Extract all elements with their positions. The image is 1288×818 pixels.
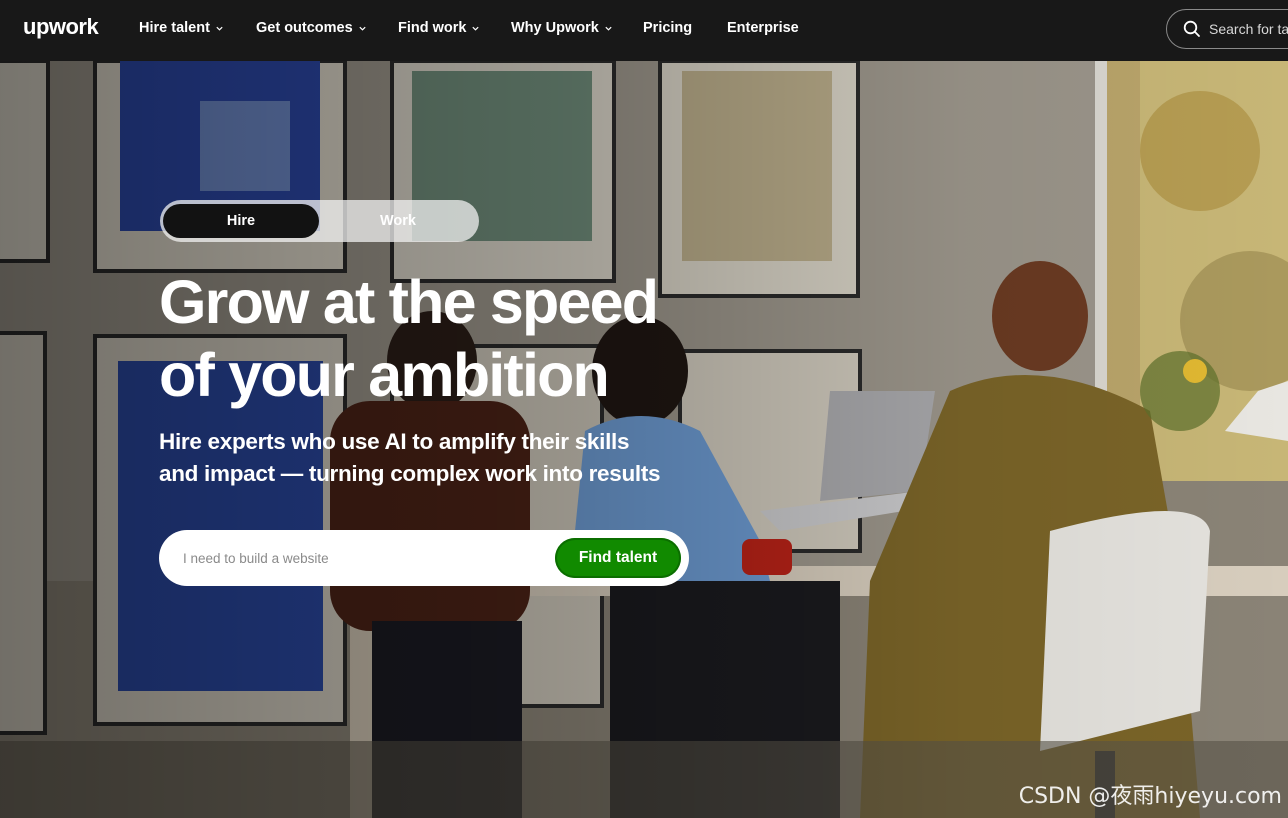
nav-hire-talent[interactable]: Hire talent <box>139 20 224 36</box>
nav-enterprise[interactable]: Enterprise <box>727 20 799 36</box>
top-nav: upwork Hire talent Get outcomes Find wor… <box>0 0 1288 61</box>
toggle-work[interactable]: Work <box>320 204 476 238</box>
hero-search-bar: Find talent <box>159 530 689 586</box>
find-talent-button[interactable]: Find talent <box>555 538 681 578</box>
upwork-logo[interactable]: upwork <box>23 14 99 40</box>
headline-line-2: of your ambition <box>159 341 610 409</box>
nav-item-label: Pricing <box>643 20 693 36</box>
nav-pricing[interactable]: Pricing <box>643 20 692 36</box>
chevron-down-icon <box>472 26 480 31</box>
search-icon <box>1183 20 1200 37</box>
chevron-down-icon <box>216 26 223 31</box>
hero-search-input[interactable] <box>181 544 541 572</box>
nav-search-input[interactable]: Search for ta <box>1166 9 1288 49</box>
subhead-line-1: Hire experts who use AI to amplify their… <box>159 429 630 454</box>
hero-subheadline: Hire experts who use AI to amplify their… <box>159 426 719 490</box>
nav-item-label: Hire talent <box>139 20 210 36</box>
chevron-down-icon <box>359 26 366 31</box>
nav-item-label: Enterprise <box>727 20 799 36</box>
headline-line-1: Grow at the speed <box>159 268 659 336</box>
nav-item-label: Get outcomes <box>256 20 353 36</box>
hero-section: Hire Work Grow at the speed of your ambi… <box>0 61 1288 818</box>
watermark: CSDN @夜雨hiyeyu.com <box>1018 784 1282 809</box>
nav-get-outcomes[interactable]: Get outcomes <box>256 20 367 36</box>
chevron-down-icon <box>605 26 612 31</box>
nav-why-upwork[interactable]: Why Upwork <box>511 20 613 36</box>
nav-find-work[interactable]: Find work <box>398 20 480 36</box>
nav-item-label: Find work <box>398 20 467 36</box>
hero-headline: Grow at the speed of your ambition <box>159 266 659 412</box>
toggle-hire[interactable]: Hire <box>163 204 319 238</box>
nav-item-label: Why Upwork <box>511 20 599 36</box>
hire-work-toggle: Hire Work <box>160 200 479 242</box>
subhead-line-2: and impact — turning complex work into r… <box>159 461 661 486</box>
nav-search-placeholder: Search for ta <box>1209 21 1288 37</box>
